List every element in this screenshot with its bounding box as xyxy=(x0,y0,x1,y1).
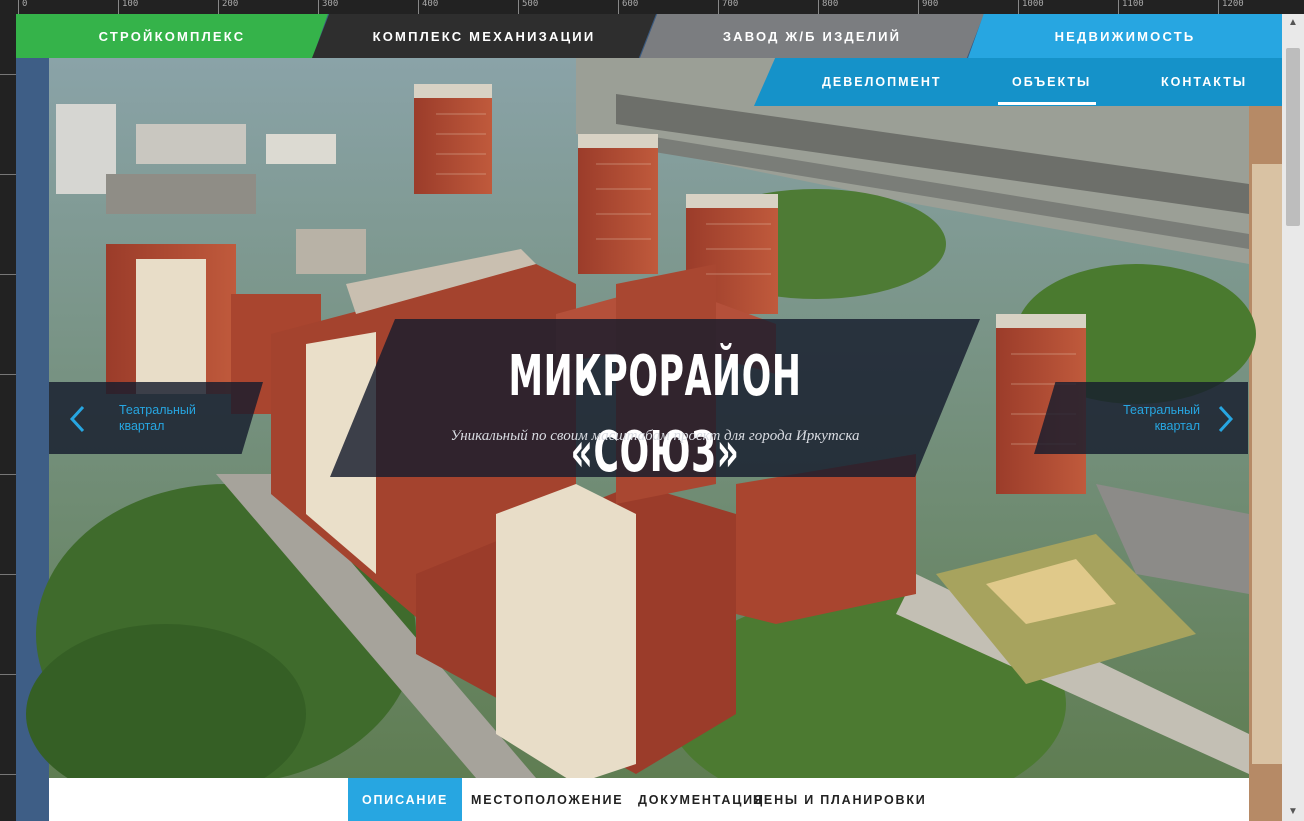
scroll-up-icon[interactable]: ▲ xyxy=(1286,16,1300,30)
subnav-label: ДЕВЕЛОПМЕНТ xyxy=(822,75,942,89)
subnav-development[interactable]: ДЕВЕЛОПМЕНТ xyxy=(822,58,942,106)
scroll-down-icon[interactable]: ▼ xyxy=(1286,805,1300,819)
tab-label: МЕСТОПОЛОЖЕНИЕ xyxy=(471,792,624,807)
nav-zavod-zhb[interactable]: ЗАВОД Ж/Б ИЗДЕЛИЙ xyxy=(640,14,984,58)
ruler-tick: 800 xyxy=(818,0,838,14)
ruler-tick xyxy=(0,774,16,775)
ruler-top: 0 100 200 300 400 500 600 700 800 900 10… xyxy=(0,0,1304,14)
tab-label: ОПИСАНИЕ xyxy=(362,792,449,807)
ruler-tick xyxy=(0,374,16,375)
ruler-tick xyxy=(0,674,16,675)
ruler-tick: 400 xyxy=(418,0,438,14)
ruler-tick xyxy=(0,274,16,275)
ruler-tick: 100 xyxy=(118,0,138,14)
nav-label: СТРОЙКОМПЛЕКС xyxy=(98,28,246,44)
ruler-tick: 300 xyxy=(318,0,338,14)
nav-label: КОМПЛЕКС МЕХАНИЗАЦИИ xyxy=(372,28,596,44)
chevron-left-icon xyxy=(69,405,85,433)
scrollbar[interactable]: ▲ ▼ xyxy=(1282,14,1304,821)
top-nav: СТРОЙКОМПЛЕКС КОМПЛЕКС МЕХАНИЗАЦИИ ЗАВОД… xyxy=(16,14,1282,58)
slider-next[interactable]: Театральный квартал xyxy=(1034,382,1248,454)
subnav-label: ОБЪЕКТЫ xyxy=(1012,75,1092,89)
ruler-tick: 500 xyxy=(518,0,538,14)
ruler-tick xyxy=(0,574,16,575)
ruler-tick: 0 xyxy=(18,0,27,14)
chevron-right-icon xyxy=(1218,405,1234,433)
subnav-objects[interactable]: ОБЪЕКТЫ xyxy=(1012,58,1091,106)
slider-prev-label: Театральный квартал xyxy=(119,403,196,433)
tab-location[interactable]: МЕСТОПОЛОЖЕНИЕ xyxy=(457,778,637,821)
subnav-contacts[interactable]: КОНТАКТЫ xyxy=(1161,58,1247,106)
ruler-tick: 700 xyxy=(718,0,738,14)
ruler-tick xyxy=(0,74,16,75)
ruler-tick: 200 xyxy=(218,0,238,14)
ruler-tick: 600 xyxy=(618,0,638,14)
sub-nav: ДЕВЕЛОПМЕНТ ОБЪЕКТЫ КОНТАКТЫ xyxy=(754,58,1282,106)
subnav-label: КОНТАКТЫ xyxy=(1161,75,1248,89)
page-viewport: СТРОЙКОМПЛЕКС КОМПЛЕКС МЕХАНИЗАЦИИ ЗАВОД… xyxy=(16,14,1282,821)
nav-nedvizhimost[interactable]: НЕДВИЖИМОСТЬ xyxy=(968,14,1282,58)
nav-label: НЕДВИЖИМОСТЬ xyxy=(1054,28,1196,44)
ruler-tick: 900 xyxy=(918,0,938,14)
ruler-tick: 1200 xyxy=(1218,0,1244,14)
tab-label: ЦЕНЫ И ПЛАНИРОВКИ xyxy=(753,792,927,807)
hero-subtitle: Уникальный по своим масштабам проект для… xyxy=(450,428,860,444)
nav-label: ЗАВОД Ж/Б ИЗДЕЛИЙ xyxy=(722,28,902,44)
ruler-tick: 1000 xyxy=(1018,0,1044,14)
active-underline xyxy=(998,102,1096,105)
ruler-tick xyxy=(0,474,16,475)
scroll-thumb[interactable] xyxy=(1286,48,1300,226)
ruler-tick xyxy=(0,174,16,175)
nav-stroykompleks[interactable]: СТРОЙКОМПЛЕКС xyxy=(16,14,328,58)
ruler-left xyxy=(0,14,16,821)
tab-description[interactable]: ОПИСАНИЕ xyxy=(348,778,463,821)
nav-kompleks-mekhanizatsii[interactable]: КОМПЛЕКС МЕХАНИЗАЦИИ xyxy=(312,14,656,58)
slider-prev[interactable]: Театральный квартал xyxy=(49,382,263,454)
hero-title: МИКРОРАЙОН «СОЮЗ» xyxy=(508,344,802,485)
slider-next-label: Театральный квартал xyxy=(1123,403,1200,433)
tab-prices[interactable]: ЦЕНЫ И ПЛАНИРОВКИ xyxy=(739,778,941,821)
ruler-tick: 1100 xyxy=(1118,0,1144,14)
